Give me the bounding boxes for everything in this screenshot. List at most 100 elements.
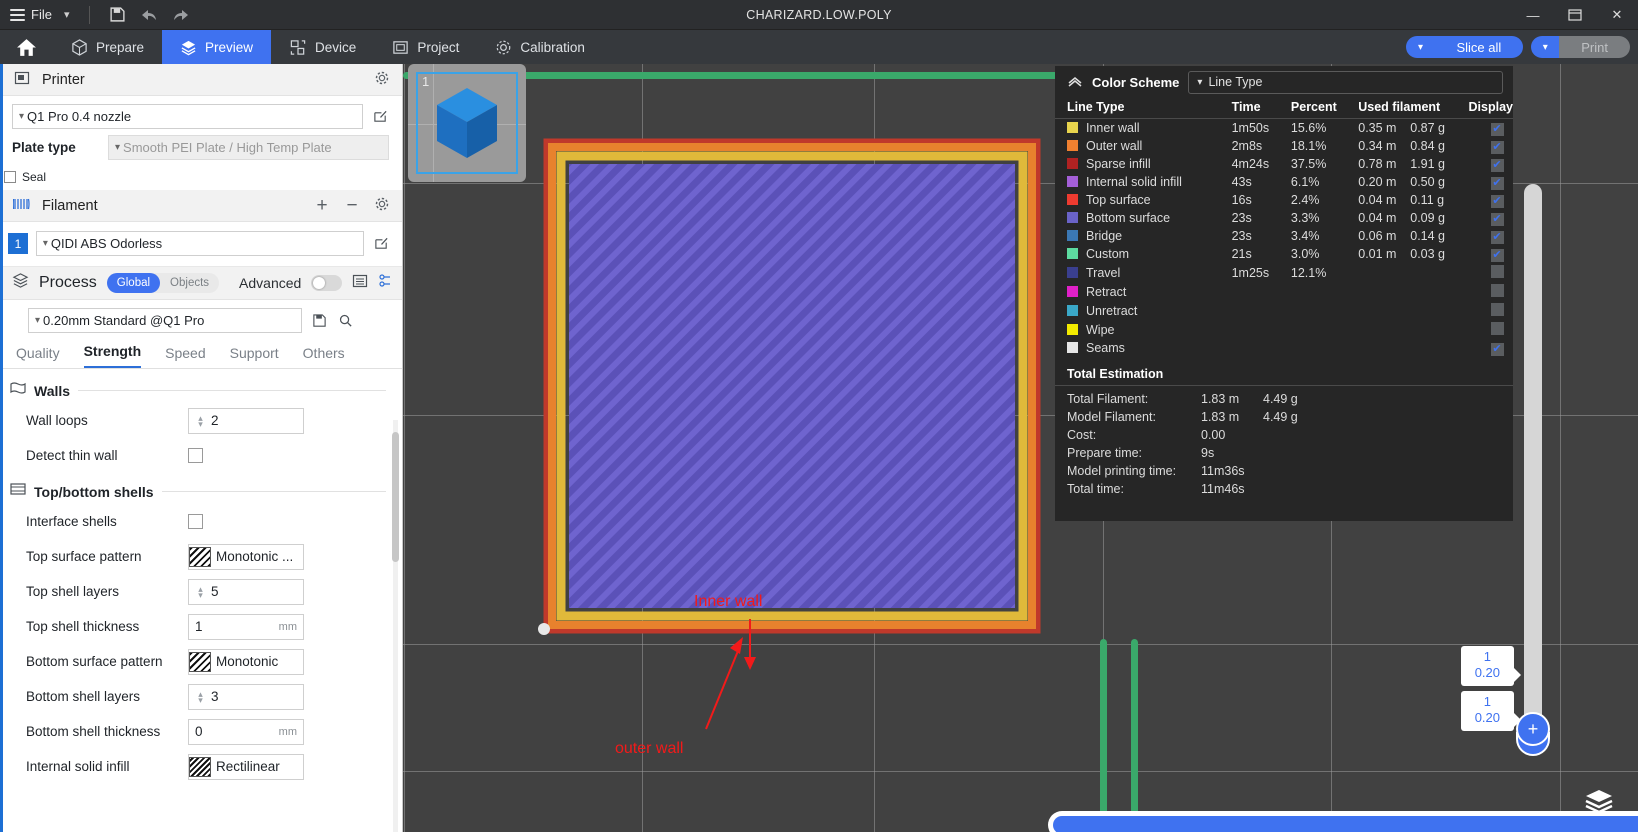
table-row[interactable]: Bottom surface 23s 3.3% 0.04 m 0.09 g ✔ [1055,209,1513,227]
file-menu-label[interactable]: File [31,7,52,22]
layers-toggle-icon[interactable] [1584,788,1614,814]
tab-quality[interactable]: Quality [16,345,60,368]
top-shell-layers-input[interactable]: ▴ ▾ 5 [188,578,304,605]
chevron-down-icon[interactable]: ▾ [58,8,76,21]
maximize-button[interactable] [1554,0,1596,30]
undo-icon[interactable] [136,2,162,28]
tab-others[interactable]: Others [303,345,345,368]
search-icon[interactable] [336,312,354,330]
filament-settings-gear-icon[interactable] [372,196,392,215]
table-row[interactable]: Outer wall 2m8s 18.1% 0.34 m 0.84 g ✔ [1055,137,1513,155]
edit-filament-icon[interactable] [372,235,390,253]
settings-scrollbar-thumb[interactable] [392,432,399,562]
tab-speed[interactable]: Speed [165,345,205,368]
list-view-icon[interactable] [352,273,368,294]
tab-strength[interactable]: Strength [83,343,142,368]
color-scheme-mode-select[interactable]: ▾ Line Type [1188,70,1503,94]
process-scope-toggle[interactable]: Global Objects [106,273,220,293]
table-row[interactable]: Seams ✔ [1055,339,1513,357]
tab-prepare[interactable]: Prepare [53,30,162,64]
slice-dropdown-icon[interactable]: ▾ [1406,36,1435,58]
tab-calibration[interactable]: Calibration [477,30,603,64]
table-row[interactable]: Bridge 23s 3.4% 0.06 m 0.14 g ✔ [1055,227,1513,245]
detect-thin-wall-checkbox[interactable] [188,448,203,463]
save-icon[interactable] [104,2,130,28]
table-row[interactable]: Travel 1m25s 12.1% [1055,263,1513,282]
row-line-type: Top surface [1055,191,1232,209]
tab-calibration-label: Calibration [520,39,585,55]
bottom-shell-thickness-input[interactable]: 0 mm [188,718,304,745]
display-checkbox[interactable] [1490,302,1504,316]
save-preset-icon[interactable] [310,312,328,330]
minimize-button[interactable]: — [1512,0,1554,30]
interface-shells-checkbox[interactable] [188,514,203,529]
display-checkbox[interactable]: ✔ [1490,194,1504,208]
tab-project[interactable]: Project [374,30,477,64]
table-row[interactable]: Top surface 16s 2.4% 0.04 m 0.11 g ✔ [1055,191,1513,209]
remove-filament-button[interactable]: − [342,195,362,217]
table-row[interactable]: Inner wall 1m50s 15.6% 0.35 m 0.87 g ✔ [1055,119,1513,138]
filament-value: QIDI ABS Odorless [50,236,163,251]
plate-thumbnail[interactable]: 1 [408,64,526,182]
sliced-model[interactable] [538,138,1053,643]
display-checkbox[interactable]: ✔ [1490,230,1504,244]
seal-row[interactable]: Seal [0,160,402,190]
chevron-up-icon[interactable] [1067,74,1083,91]
printer-profile-select[interactable]: ▾ Q1 Pro 0.4 nozzle [12,104,363,129]
tab-preview[interactable]: Preview [162,30,272,64]
top-surface-pattern-select[interactable]: Monotonic ... [188,543,304,570]
hamburger-icon[interactable] [10,8,25,21]
redo-icon[interactable] [168,2,194,28]
wall-loops-input[interactable]: ▴ ▾ 2 [188,407,304,434]
filament-select[interactable]: ▾ QIDI ABS Odorless [35,231,365,256]
print-button[interactable]: ▾ Print [1531,36,1630,58]
printer-settings-gear-icon[interactable] [372,70,392,89]
scope-objects[interactable]: Objects [160,273,219,293]
slice-all-button[interactable]: ▾ Slice all [1406,36,1524,58]
add-filament-button[interactable]: + [312,195,332,217]
display-checkbox[interactable]: ✔ [1490,248,1504,262]
display-checkbox[interactable]: ✔ [1490,176,1504,190]
plate-type-select[interactable]: ▾ Smooth PEI Plate / High Temp Plate [108,135,389,160]
advanced-toggle[interactable] [311,275,342,291]
display-checkbox[interactable]: ✔ [1490,140,1504,154]
compare-icon[interactable] [378,273,394,294]
display-checkbox[interactable] [1490,264,1504,278]
print-dropdown-icon[interactable]: ▾ [1531,36,1560,58]
edit-printer-icon[interactable] [371,108,389,126]
display-checkbox[interactable]: ✔ [1490,342,1504,356]
table-row[interactable]: Retract [1055,282,1513,301]
table-row[interactable]: Sparse infill 4m24s 37.5% 0.78 m 1.91 g ✔ [1055,155,1513,173]
print-label: Print [1559,36,1630,58]
top-shell-thickness-input[interactable]: 1 mm [188,613,304,640]
slice-all-label[interactable]: Slice all [1434,36,1524,58]
table-row[interactable]: Internal solid infill 43s 6.1% 0.20 m 0.50 g… [1055,173,1513,191]
bottom-shell-layers-input[interactable]: ▴ ▾ 3 [188,683,304,710]
close-button[interactable]: ✕ [1596,0,1638,30]
home-icon[interactable] [0,30,53,64]
display-checkbox[interactable]: ✔ [1490,212,1504,226]
spinner-icon[interactable]: ▴ ▾ [195,584,206,599]
bottom-surface-pattern-select[interactable]: Monotonic [188,648,304,675]
table-row[interactable]: Custom 21s 3.0% 0.01 m 0.03 g ✔ [1055,245,1513,263]
table-row[interactable]: Wipe [1055,320,1513,339]
display-checkbox[interactable] [1490,321,1504,335]
seal-checkbox[interactable] [4,171,16,183]
layer-slider-handle[interactable]: + [1516,712,1550,746]
display-checkbox[interactable] [1490,283,1504,297]
tab-device[interactable]: Device [271,30,374,64]
layer-slider-track[interactable] [1524,184,1542,729]
setting-bottom-shell-thickness: Bottom shell thickness 0 mm [0,717,402,746]
spinner-icon[interactable]: ▴ ▾ [195,413,206,428]
table-row[interactable]: Unretract [1055,301,1513,320]
display-checkbox[interactable]: ✔ [1490,158,1504,172]
filament-index-badge[interactable]: 1 [8,233,28,254]
spinner-icon[interactable]: ▴ ▾ [195,689,206,704]
display-checkbox[interactable]: ✔ [1490,122,1504,136]
scope-global[interactable]: Global [106,273,161,293]
action-buttons: ▾ Slice all ▾ Print [1406,30,1630,64]
tab-support[interactable]: Support [230,345,279,368]
moves-slider-track[interactable] [1048,811,1638,832]
internal-solid-infill-select[interactable]: Rectilinear [188,753,304,780]
process-preset-select[interactable]: ▾ 0.20mm Standard @Q1 Pro [28,308,302,333]
